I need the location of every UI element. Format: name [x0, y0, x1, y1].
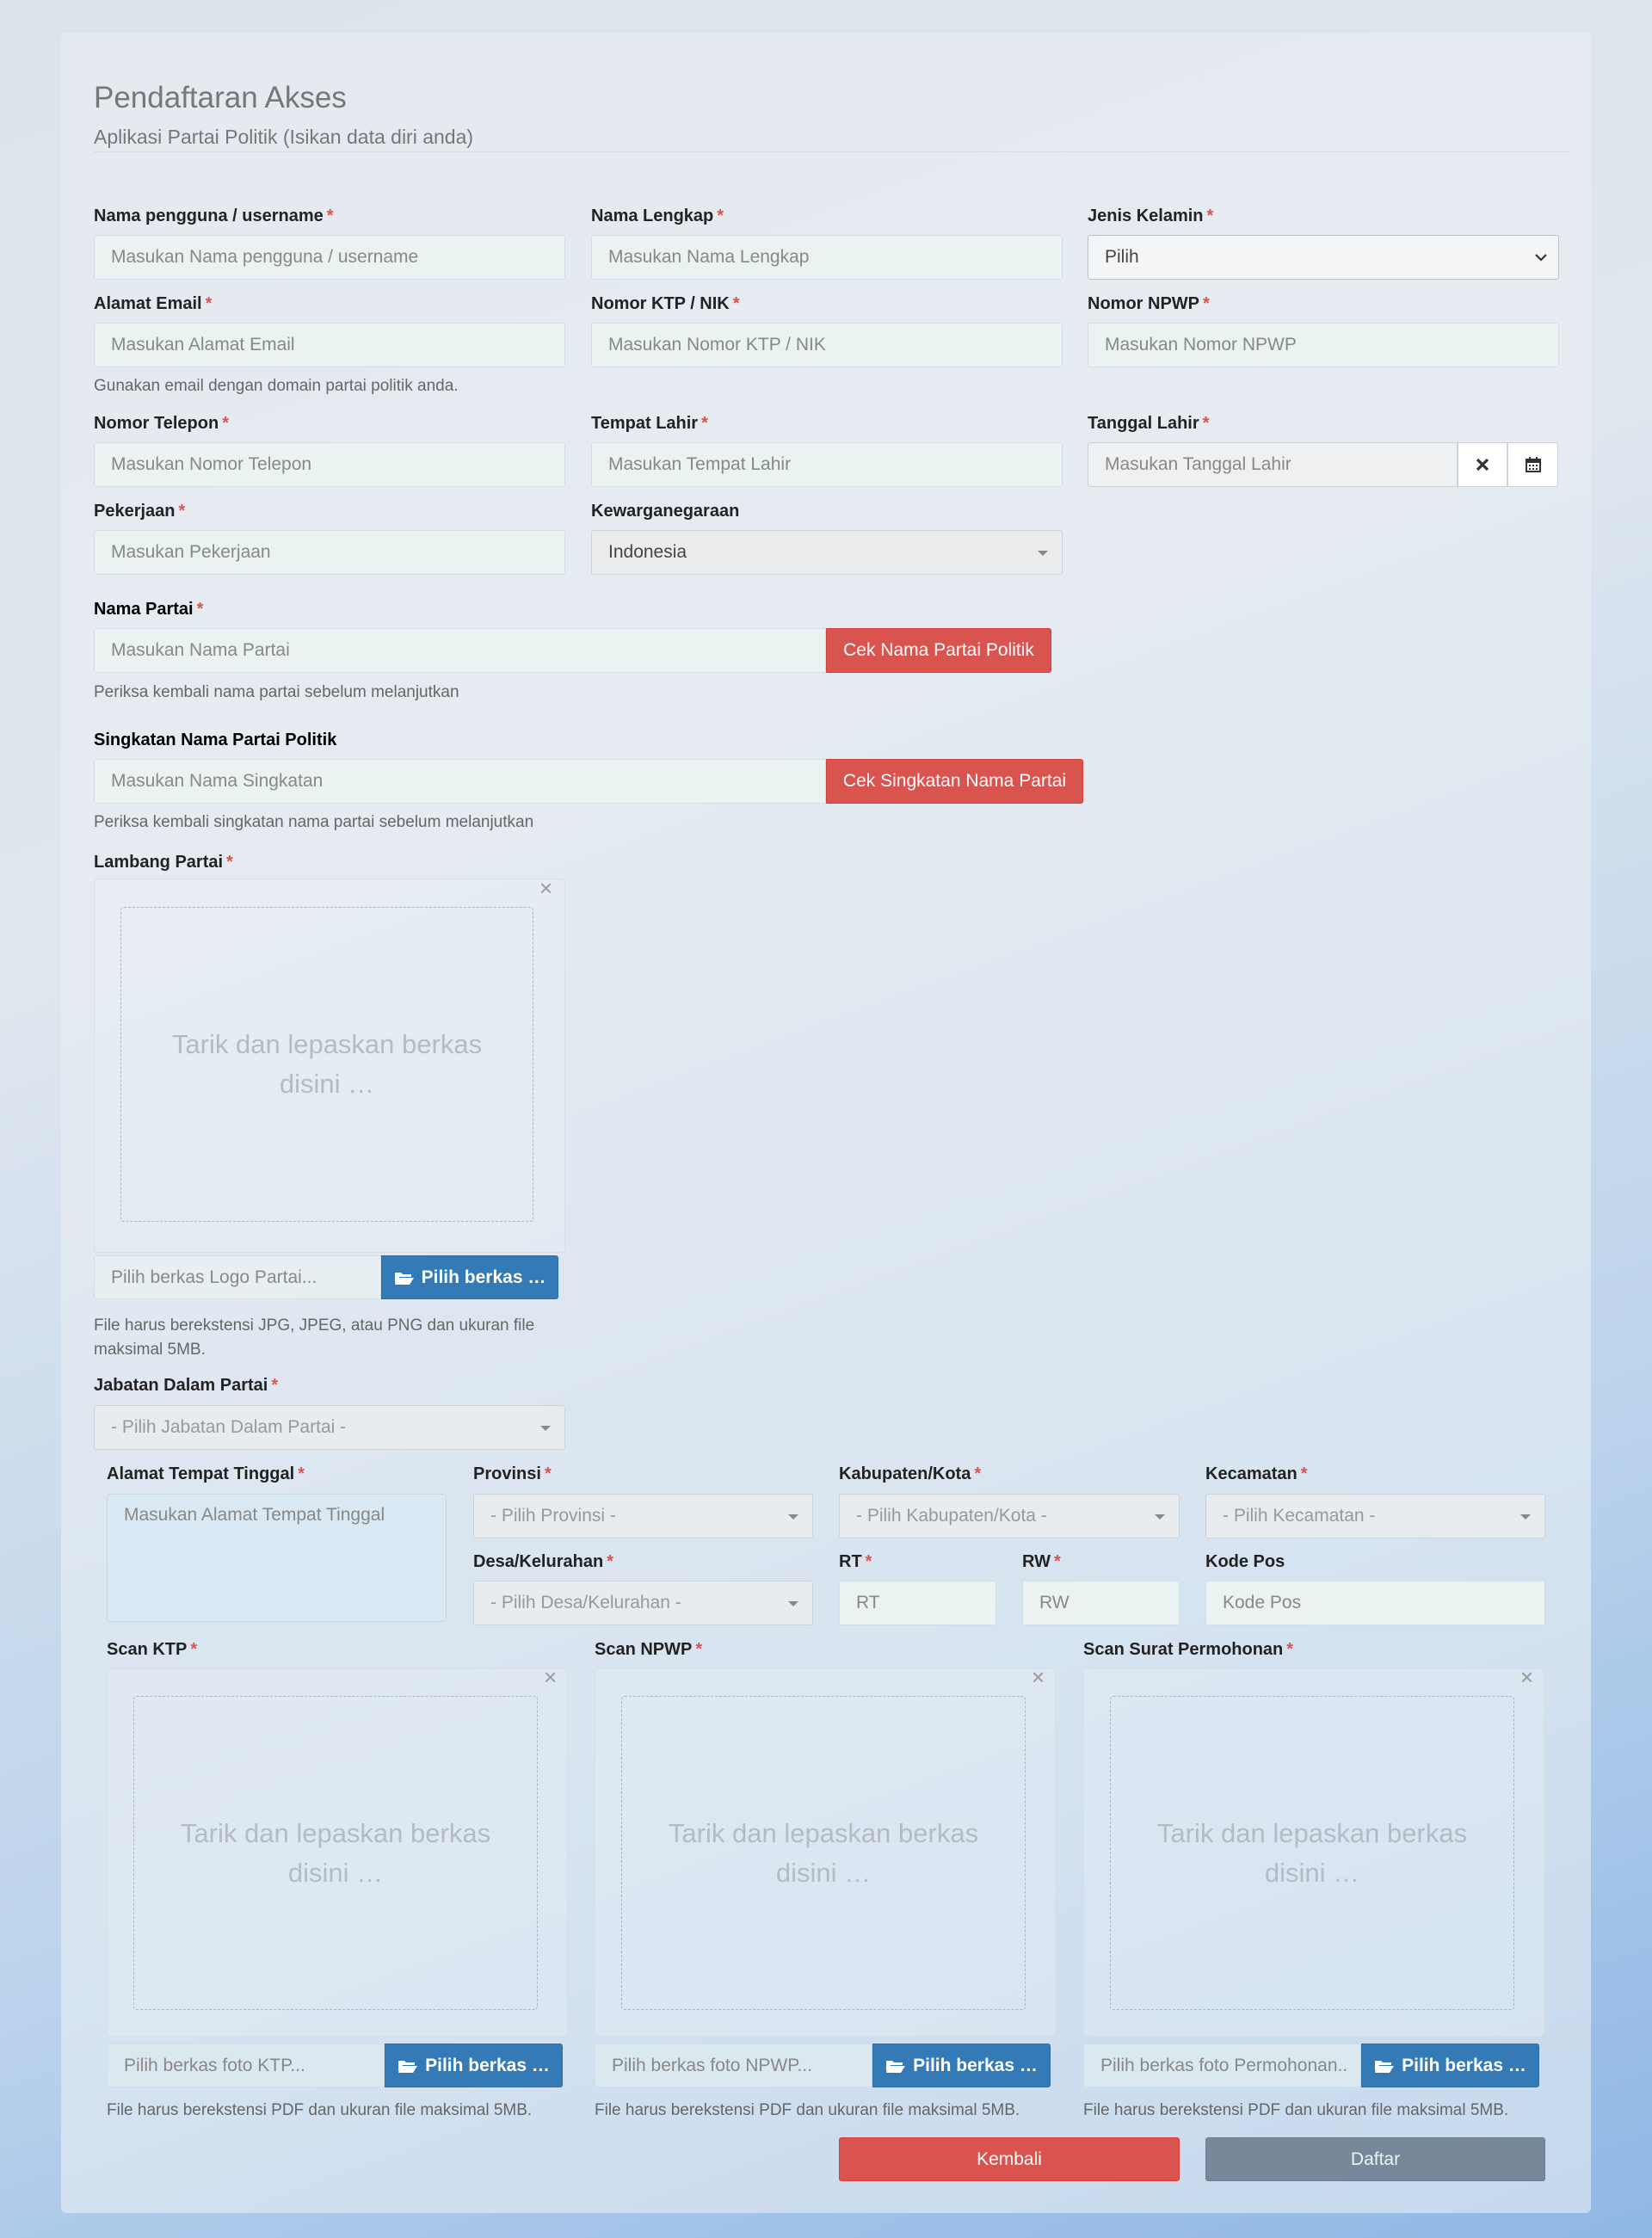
phone-input[interactable]: Masukan Nomor Telepon	[94, 442, 565, 487]
title-divider	[94, 151, 1570, 152]
ktp-label: Nomor KTP / NIK *	[591, 294, 740, 313]
party-abbr-help: Periksa kembali singkatan nama partai se…	[94, 813, 534, 831]
scan-ktp-drop-area[interactable]: Tarik dan lepaskan berkas disini …	[133, 1696, 538, 2010]
scan-ktp-file-input[interactable]: Pilih berkas foto KTP...	[107, 2044, 385, 2087]
check-party-name-button[interactable]: Cek Nama Partai Politik	[826, 628, 1051, 673]
logo-help: File harus berekstensi JPG, JPEG, atau P…	[94, 1316, 535, 1359]
job-input[interactable]: Masukan Pekerjaan	[94, 530, 565, 575]
chevron-down-icon	[1535, 254, 1547, 262]
scan-ktp-help: File harus berekstensi PDF dan ukuran fi…	[107, 2101, 533, 2119]
postal-input[interactable]: Kode Pos	[1205, 1581, 1545, 1625]
city-select[interactable]: - Pilih Kabupaten/Kota -	[839, 1494, 1180, 1538]
party-name-input[interactable]: Masukan Nama Partai	[94, 628, 826, 673]
folder-open-icon	[398, 2060, 418, 2073]
phone-label: Nomor Telepon *	[94, 414, 229, 433]
scan-letter-file-input[interactable]: Pilih berkas foto Permohonan..	[1083, 2044, 1361, 2087]
scan-letter-help: File harus berekstensi PDF dan ukuran fi…	[1083, 2101, 1509, 2119]
calendar-icon	[1525, 457, 1541, 472]
email-input[interactable]: Masukan Alamat Email	[94, 323, 565, 367]
district-label: Kecamatan *	[1205, 1464, 1308, 1483]
submit-button[interactable]: Daftar	[1205, 2137, 1545, 2181]
close-icon[interactable]: ×	[544, 1666, 557, 1688]
province-label: Provinsi *	[473, 1464, 552, 1483]
close-icon[interactable]: ×	[1032, 1666, 1045, 1688]
birthplace-label: Tempat Lahir *	[591, 414, 708, 433]
birthdate-label: Tanggal Lahir *	[1088, 414, 1210, 433]
province-select[interactable]: - Pilih Provinsi -	[473, 1494, 813, 1538]
page-subtitle: Aplikasi Partai Politik (Isikan data dir…	[94, 126, 474, 148]
scan-npwp-label: Scan NPWP *	[595, 1640, 703, 1659]
scan-letter-browse-button[interactable]: Pilih berkas …	[1361, 2044, 1539, 2087]
email-label: Alamat Email *	[94, 294, 213, 313]
caret-down-icon	[540, 1426, 551, 1431]
caret-down-icon	[788, 1601, 798, 1606]
clear-date-button[interactable]	[1458, 442, 1507, 487]
username-input[interactable]: Masukan Nama pengguna / username	[94, 235, 565, 280]
scan-npwp-browse-button[interactable]: Pilih berkas …	[872, 2044, 1051, 2087]
npwp-input[interactable]: Masukan Nomor NPWP	[1088, 323, 1559, 367]
scan-ktp-label: Scan KTP *	[107, 1640, 198, 1659]
scan-npwp-help: File harus berekstensi PDF dan ukuran fi…	[595, 2101, 1020, 2119]
party-abbr-label: Singkatan Nama Partai Politik	[94, 731, 337, 749]
rw-label: RW *	[1022, 1552, 1061, 1571]
logo-browse-button[interactable]: Pilih berkas …	[381, 1255, 558, 1299]
city-label: Kabupaten/Kota *	[839, 1464, 982, 1483]
district-select[interactable]: - Pilih Kecamatan -	[1205, 1494, 1545, 1538]
ktp-input[interactable]: Masukan Nomor KTP / NIK	[591, 323, 1063, 367]
logo-drop-area[interactable]: Tarik dan lepaskan berkas disini …	[120, 907, 533, 1222]
position-label: Jabatan Dalam Partai *	[94, 1376, 279, 1395]
caret-down-icon	[1155, 1514, 1165, 1520]
npwp-label: Nomor NPWP *	[1088, 294, 1210, 313]
calendar-button[interactable]	[1507, 442, 1558, 487]
citizenship-label: Kewarganegaraan	[591, 502, 740, 521]
logo-label: Lambang Partai *	[94, 853, 233, 872]
scan-npwp-file-input[interactable]: Pilih berkas foto NPWP...	[595, 2044, 872, 2087]
check-party-abbr-button[interactable]: Cek Singkatan Nama Partai	[826, 759, 1083, 804]
party-abbr-input[interactable]: Masukan Nama Singkatan	[94, 759, 826, 804]
caret-down-icon	[1038, 551, 1048, 556]
back-button[interactable]: Kembali	[839, 2137, 1180, 2181]
party-name-label: Nama Partai *	[94, 600, 204, 619]
fullname-label: Nama Lengkap *	[591, 207, 724, 225]
gender-select[interactable]: Pilih	[1088, 235, 1559, 280]
village-select[interactable]: - Pilih Desa/Kelurahan -	[473, 1581, 813, 1625]
scan-npwp-drop-area[interactable]: Tarik dan lepaskan berkas disini …	[621, 1696, 1026, 2010]
village-label: Desa/Kelurahan *	[473, 1552, 613, 1571]
times-icon	[1476, 458, 1489, 472]
address-label: Alamat Tempat Tinggal *	[107, 1464, 305, 1483]
citizenship-select[interactable]: Indonesia	[591, 530, 1063, 575]
caret-down-icon	[788, 1514, 798, 1520]
position-select[interactable]: - Pilih Jabatan Dalam Partai -	[94, 1405, 565, 1450]
close-icon[interactable]: ×	[1520, 1666, 1533, 1688]
close-icon[interactable]: ×	[539, 877, 552, 899]
birthdate-input[interactable]: Masukan Tanggal Lahir	[1088, 442, 1458, 487]
birthplace-input[interactable]: Masukan Tempat Lahir	[591, 442, 1063, 487]
scan-letter-drop-area[interactable]: Tarik dan lepaskan berkas disini …	[1110, 1696, 1514, 2010]
postal-label: Kode Pos	[1205, 1552, 1285, 1571]
rw-input[interactable]: RW	[1022, 1581, 1180, 1625]
scan-ktp-browse-button[interactable]: Pilih berkas …	[385, 2044, 563, 2087]
email-help: Gunakan email dengan domain partai polit…	[94, 377, 459, 395]
page-title: Pendaftaran Akses	[94, 81, 347, 114]
fullname-input[interactable]: Masukan Nama Lengkap	[591, 235, 1063, 280]
rt-label: RT *	[839, 1552, 872, 1571]
gender-label: Jenis Kelamin *	[1088, 207, 1214, 225]
username-label: Nama pengguna / username *	[94, 207, 334, 225]
folder-open-icon	[886, 2060, 906, 2073]
job-label: Pekerjaan *	[94, 502, 186, 521]
folder-open-icon	[394, 1272, 414, 1285]
caret-down-icon	[1520, 1514, 1531, 1520]
scan-letter-label: Scan Surat Permohonan *	[1083, 1640, 1294, 1659]
folder-open-icon	[1375, 2060, 1395, 2073]
party-name-help: Periksa kembali nama partai sebelum mela…	[94, 683, 459, 701]
address-textarea[interactable]: Masukan Alamat Tempat Tinggal	[107, 1494, 447, 1622]
rt-input[interactable]: RT	[839, 1581, 996, 1625]
logo-file-input[interactable]: Pilih berkas Logo Partai...	[94, 1255, 381, 1299]
